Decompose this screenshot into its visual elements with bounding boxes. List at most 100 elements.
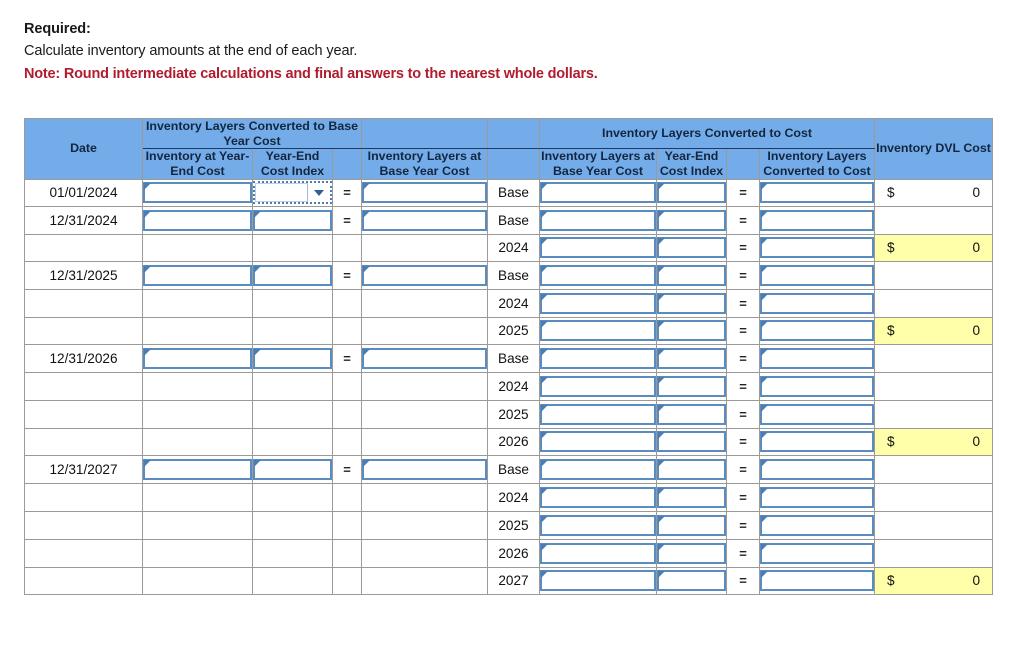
inventory-layers-base-year-cost-right-input[interactable] <box>540 486 656 508</box>
worksheet-page: Required: Calculate inventory amounts at… <box>0 0 1024 671</box>
table-row: 2024 = <box>24 482 993 512</box>
year-end-cost-index-right-input[interactable] <box>657 403 726 425</box>
inventory-layers-base-year-cost-right-input[interactable] <box>540 431 656 452</box>
inventory-layers-converted-to-cost-input[interactable] <box>760 320 874 341</box>
header-date: Date <box>24 118 143 180</box>
inventory-layers-converted-to-cost-cell <box>759 399 875 429</box>
inventory-layers-base-year-cost-left-input[interactable] <box>362 264 487 286</box>
inventory-layers-base-year-cost-left-cell <box>361 454 488 484</box>
inventory-layers-base-year-cost-right-input[interactable] <box>540 403 656 425</box>
inventory-layers-converted-to-cost-input[interactable] <box>760 542 874 564</box>
header-equals-spacer-right <box>726 148 760 180</box>
layer-label-cell: 2025 <box>487 399 540 429</box>
inventory-layers-base-year-cost-right-input[interactable] <box>540 458 656 480</box>
inventory-layers-base-year-cost-right-input[interactable] <box>540 514 656 536</box>
equals-left-empty <box>332 371 362 401</box>
inventory-layers-converted-to-cost-cell <box>759 178 875 207</box>
layer-label-cell: Base <box>487 260 540 290</box>
inventory-layers-base-year-cost-right-input[interactable] <box>540 264 656 286</box>
inventory-layers-converted-to-cost-input[interactable] <box>760 264 874 286</box>
inventory-layers-converted-to-cost-input[interactable] <box>760 431 874 452</box>
inventory-dvl-cost-cell <box>874 371 993 401</box>
inventory-layers-base-year-cost-right-input[interactable] <box>540 375 656 397</box>
year-end-cost-index-right-input[interactable] <box>657 486 726 508</box>
inventory-layers-converted-to-cost-input[interactable] <box>760 403 874 425</box>
year-end-cost-index-right-input[interactable] <box>657 570 726 591</box>
dvl-empty <box>875 373 992 400</box>
header-group-dvl-cost: Inventory DVL Cost <box>874 118 993 180</box>
equals-left-empty <box>332 427 362 456</box>
year-end-cost-index-right-input[interactable] <box>657 458 726 480</box>
inventory-at-year-end-cost-input[interactable] <box>143 209 252 231</box>
dvl-value: 0 <box>972 573 980 588</box>
inventory-layers-converted-to-cost-input[interactable] <box>760 375 874 397</box>
year-end-cost-index-left-input[interactable] <box>255 183 308 202</box>
table-row: 2025 = <box>24 399 993 429</box>
year-end-cost-index-left-input[interactable] <box>253 209 332 231</box>
year-end-cost-index-right-input[interactable] <box>657 514 726 536</box>
inventory-at-year-end-cost-empty <box>142 427 253 456</box>
year-end-cost-index-left-input[interactable] <box>253 347 332 369</box>
inventory-layers-base-year-cost-left-input[interactable] <box>362 209 487 231</box>
inventory-layers-converted-to-cost-input[interactable] <box>760 570 874 591</box>
equals-right: = <box>726 371 760 401</box>
inventory-layers-base-year-cost-right-input[interactable] <box>540 320 656 341</box>
inventory-layers-converted-to-cost-input[interactable] <box>760 182 874 203</box>
year-end-cost-index-right-input[interactable] <box>657 347 726 369</box>
inventory-layers-base-year-cost-left-cell <box>361 343 488 373</box>
inventory-layers-base-year-cost-right-input[interactable] <box>540 542 656 564</box>
inventory-layers-converted-to-cost-input[interactable] <box>760 458 874 480</box>
equals-left-empty <box>332 538 362 568</box>
equals-right: = <box>726 288 760 318</box>
table-body: 01/01/2024 = Base = $0 12/31/2024 = Base = 2024 = $… <box>24 178 993 595</box>
inventory-at-year-end-cost-input[interactable] <box>143 347 252 369</box>
inventory-layers-base-year-cost-right-input[interactable] <box>540 237 656 258</box>
equals-right: = <box>726 343 760 373</box>
table-row: 2024 = <box>24 371 993 401</box>
year-end-cost-index-right-input[interactable] <box>657 431 726 452</box>
year-end-cost-index-right-input[interactable] <box>657 542 726 564</box>
inventory-layers-converted-to-cost-input[interactable] <box>760 486 874 508</box>
year-end-cost-index-left-cell <box>252 454 333 484</box>
inventory-layers-base-year-cost-left-input[interactable] <box>362 458 487 480</box>
inventory-layers-converted-to-cost-input[interactable] <box>760 237 874 258</box>
inventory-layers-base-year-cost-left-input[interactable] <box>362 182 487 203</box>
date-cell: 12/31/2025 <box>24 260 143 290</box>
dvl-value: 0 <box>972 185 980 200</box>
inventory-layers-base-year-cost-right-input[interactable] <box>540 209 656 231</box>
year-end-cost-index-right-cell <box>656 510 727 540</box>
chevron-down-icon[interactable] <box>308 183 330 202</box>
date-cell: 12/31/2026 <box>24 343 143 373</box>
inventory-layers-base-year-cost-right-input[interactable] <box>540 292 656 314</box>
year-end-cost-index-left-input[interactable] <box>253 264 332 286</box>
year-end-cost-index-right-input[interactable] <box>657 182 726 203</box>
inventory-layers-base-year-cost-right-input[interactable] <box>540 182 656 203</box>
inventory-dvl-cost-cell <box>874 482 993 512</box>
inventory-layers-converted-to-cost-input[interactable] <box>760 292 874 314</box>
year-end-cost-index-right-input[interactable] <box>657 375 726 397</box>
year-end-cost-index-right-input[interactable] <box>657 292 726 314</box>
inventory-at-year-end-cost-input[interactable] <box>143 458 252 480</box>
year-end-cost-index-right-input[interactable] <box>657 209 726 231</box>
inventory-at-year-end-cost-input[interactable] <box>143 264 252 286</box>
dvl-empty <box>875 512 992 539</box>
caret-glyph <box>314 189 324 196</box>
inventory-layers-converted-to-cost-input[interactable] <box>760 209 874 231</box>
date-cell <box>24 371 143 401</box>
dvl-amount: $0 <box>875 429 992 455</box>
inventory-at-year-end-cost-input[interactable] <box>143 182 252 203</box>
inventory-layers-base-year-cost-right-input[interactable] <box>540 570 656 591</box>
inventory-at-year-end-cost-empty <box>142 316 253 345</box>
inventory-layers-base-year-cost-left-input[interactable] <box>362 347 487 369</box>
year-end-cost-index-right-input[interactable] <box>657 264 726 286</box>
inventory-layers-converted-to-cost-input[interactable] <box>760 347 874 369</box>
inventory-layers-converted-to-cost-input[interactable] <box>760 514 874 536</box>
year-end-cost-index-right-input[interactable] <box>657 237 726 258</box>
currency-symbol: $ <box>887 573 895 588</box>
inventory-layers-base-year-cost-right-input[interactable] <box>540 347 656 369</box>
year-end-cost-index-left-select[interactable] <box>253 181 332 204</box>
inventory-dvl-cost-cell <box>874 399 993 429</box>
inventory-at-year-end-cost-empty <box>142 371 253 401</box>
year-end-cost-index-right-input[interactable] <box>657 320 726 341</box>
year-end-cost-index-left-input[interactable] <box>253 458 332 480</box>
